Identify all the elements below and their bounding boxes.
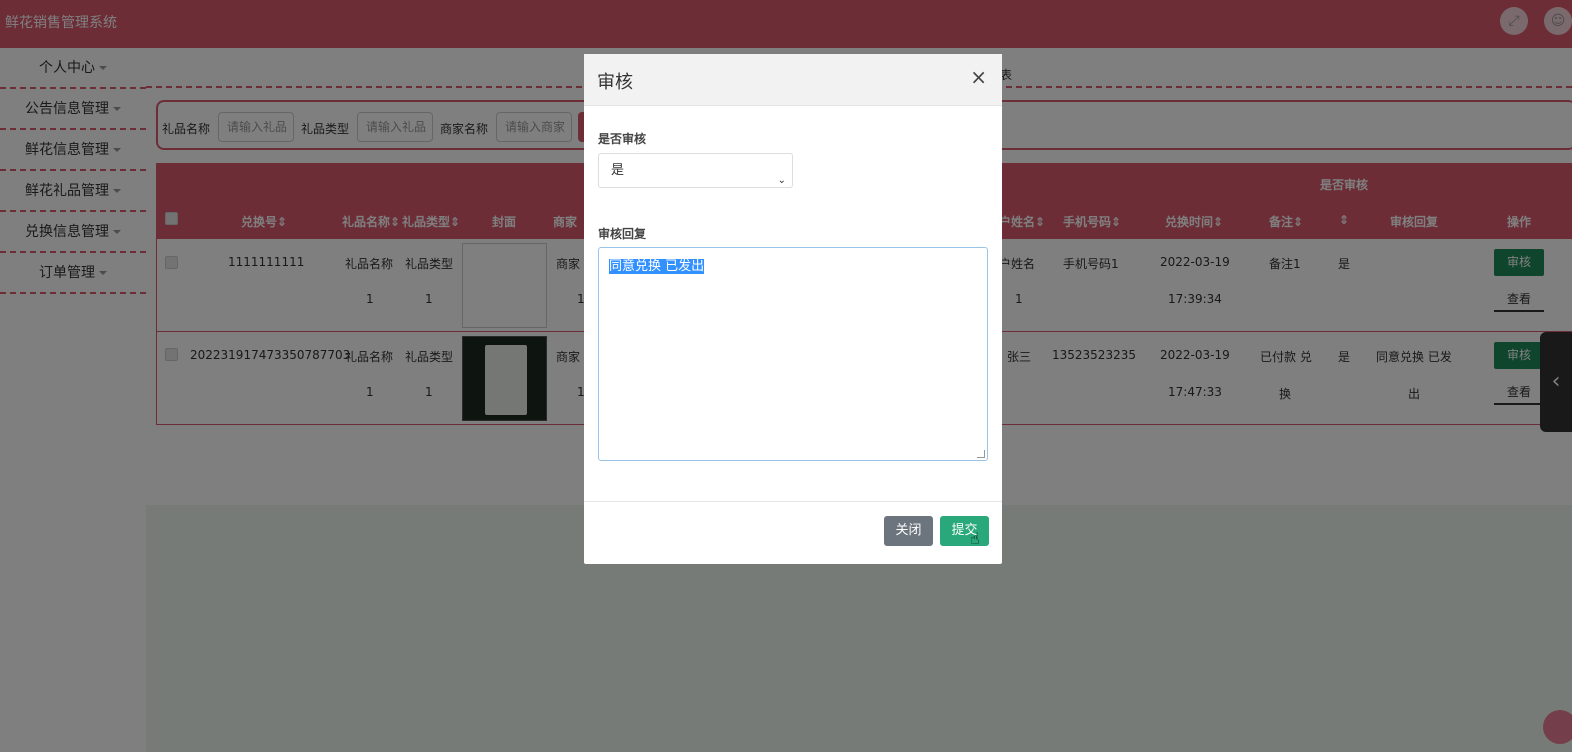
audit-status-select[interactable]: 是 ⌄ — [598, 153, 793, 188]
resize-handle-icon[interactable] — [977, 450, 985, 458]
submit-button[interactable]: 提交 — [940, 516, 989, 546]
audit-reply-label: 审核回复 — [598, 227, 647, 241]
audit-reply-textarea[interactable]: 同意兑换 已发出 — [598, 247, 988, 461]
pointer-cursor-icon: ☝ — [970, 529, 980, 548]
close-icon[interactable]: × — [970, 67, 987, 87]
audit-status-label: 是否审核 — [598, 132, 647, 146]
chevron-down-icon: ⌄ — [777, 175, 786, 186]
modal-footer: 关闭 提交 — [584, 501, 1002, 564]
audit-modal: 审核 × 是否审核 是 ⌄ 审核回复 同意兑换 已发出 关闭 提交 ☝ — [584, 54, 1002, 564]
close-button[interactable]: 关闭 — [884, 516, 933, 546]
modal-header: 审核 × — [584, 54, 1002, 106]
modal-title: 审核 — [597, 72, 633, 93]
